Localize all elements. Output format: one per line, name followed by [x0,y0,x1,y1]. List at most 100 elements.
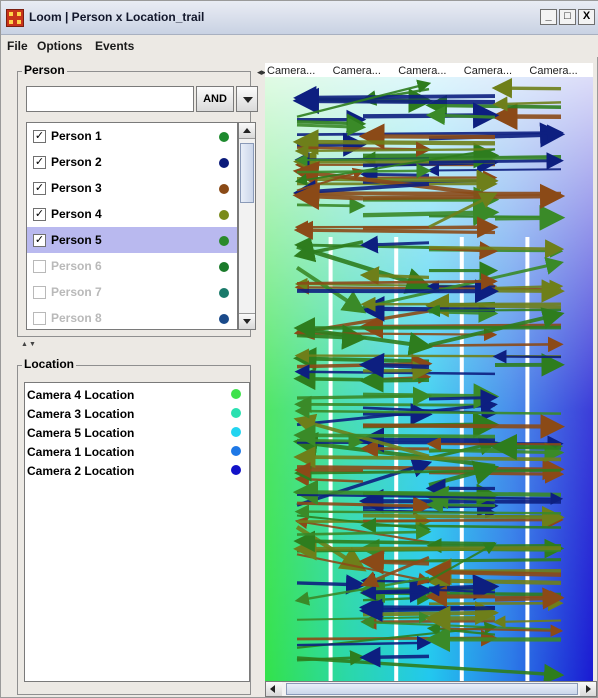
person-checkbox[interactable]: ✓ [33,234,46,247]
person-label: Person 8 [51,311,102,325]
person-checkbox[interactable] [33,312,46,325]
trail-segment [494,204,566,231]
trail-segment [296,197,366,214]
person-row[interactable]: ✓ Person 5 [27,227,237,253]
chevron-right-icon [586,685,591,693]
scroll-right-button[interactable] [580,682,596,696]
location-row[interactable]: Camera 1 Location [25,442,249,461]
column-header-label[interactable]: Camera... [333,65,381,77]
trail-segment [296,113,367,134]
person-checkbox[interactable]: ✓ [33,208,46,221]
location-color-dot [231,446,241,456]
person-list-scrollbar[interactable] [238,122,256,330]
scroll-thumb[interactable] [240,143,254,203]
location-color-dot [231,427,241,437]
location-panel-title: Location [22,357,76,371]
location-row[interactable]: Camera 4 Location [25,385,249,404]
person-label: Person 4 [51,207,102,221]
person-checkbox[interactable]: ✓ [33,130,46,143]
person-checkbox[interactable]: ✓ [33,156,46,169]
trail-segment [358,352,430,379]
trail-segment [296,163,432,179]
person-label: Person 2 [51,155,102,169]
trail-segment [426,303,562,318]
loom-app-icon [6,9,24,27]
person-checkbox[interactable] [33,286,46,299]
menu-bar: File Options Events [1,35,598,57]
minimize-button[interactable]: _ [540,9,557,25]
person-row[interactable]: Person 8 [27,305,237,329]
trail-segment [359,646,430,668]
operator-dropdown-button[interactable] [236,86,258,112]
person-filter-input[interactable] [26,86,194,112]
person-checkbox[interactable] [33,260,46,273]
column-header-label[interactable]: Camera... [267,65,315,77]
location-list: Camera 4 Location Camera 3 Location Camera… [24,382,250,682]
trail-segment [425,94,562,117]
trail-segment [293,85,496,110]
location-panel: Location Camera 4 Location Camera 3 Locat… [17,357,251,695]
title-bar[interactable]: Loom | Person x Location_trail _ □ X [1,1,598,35]
person-label: Person 5 [51,233,102,247]
location-row[interactable]: Camera 2 Location [25,461,249,480]
chevron-left-icon [270,685,275,693]
person-row[interactable]: ✓ Person 4 [27,201,237,227]
trail-segment [428,152,564,170]
panel-splitter[interactable]: ▲ ▼ [17,339,255,349]
column-header-label[interactable]: Camera... [529,65,577,77]
person-color-dot [219,210,229,220]
application-window: Loom | Person x Location_trail _ □ X Fil… [0,0,598,698]
person-color-dot [219,184,229,194]
split-up-icon[interactable]: ▲ [21,341,28,348]
trail-segment [428,574,500,601]
column-header-label[interactable]: Camera... [398,65,446,77]
trail-segment [427,164,562,177]
location-row[interactable]: Camera 3 Location [25,404,249,423]
trail-segment [293,424,496,447]
person-row[interactable]: Person 6 [27,253,237,279]
trail-segment [296,432,366,450]
trail-segment [490,433,562,461]
location-label: Camera 5 Location [27,426,135,440]
trail-segment [425,293,562,318]
trail-segment [425,106,496,126]
trail-segment [428,239,565,259]
trail-chart-svg: Camera... Camera... Camera... Camera... Came… [265,63,593,681]
person-row[interactable]: Person 7 [27,279,237,305]
person-row[interactable]: ✓ Person 1 [27,123,237,149]
menu-file[interactable]: File [7,39,28,53]
maximize-button[interactable]: □ [559,9,576,25]
location-row[interactable]: Camera 5 Location [25,423,249,442]
trail-segment [360,165,430,184]
person-checkbox[interactable]: ✓ [33,182,46,195]
trail-segment [428,595,564,612]
trail-segment [360,296,562,312]
trail-segment [358,488,562,514]
trail-segment [358,123,496,150]
scroll-down-button[interactable] [239,313,255,329]
person-row[interactable]: ✓ Person 3 [27,175,237,201]
horizontal-scroll-thumb[interactable] [286,683,578,695]
scroll-up-button[interactable] [239,123,255,139]
operator-button[interactable]: AND [196,86,234,112]
window-title: Loom | Person x Location_trail [29,10,205,24]
person-color-dot [219,236,229,246]
chart-horizontal-scrollbar[interactable] [265,681,597,697]
person-label: Person 3 [51,181,102,195]
column-header-label[interactable]: Camera... [464,65,512,77]
close-button[interactable]: X [578,9,595,25]
trail-segment [362,216,499,239]
trail-segment [362,505,565,529]
trail-segment [492,349,562,364]
person-panel-title: Person [22,63,67,77]
person-color-dot [219,262,229,272]
location-label: Camera 4 Location [27,388,135,402]
menu-options[interactable]: Options [37,39,82,53]
chevron-down-icon [243,319,251,324]
split-down-icon[interactable]: ▼ [29,341,36,348]
menu-events[interactable]: Events [95,39,134,53]
person-row[interactable]: ✓ Person 2 [27,149,237,175]
person-label: Person 1 [51,129,102,143]
scroll-left-button[interactable] [266,682,282,696]
trail-segment [428,464,565,484]
